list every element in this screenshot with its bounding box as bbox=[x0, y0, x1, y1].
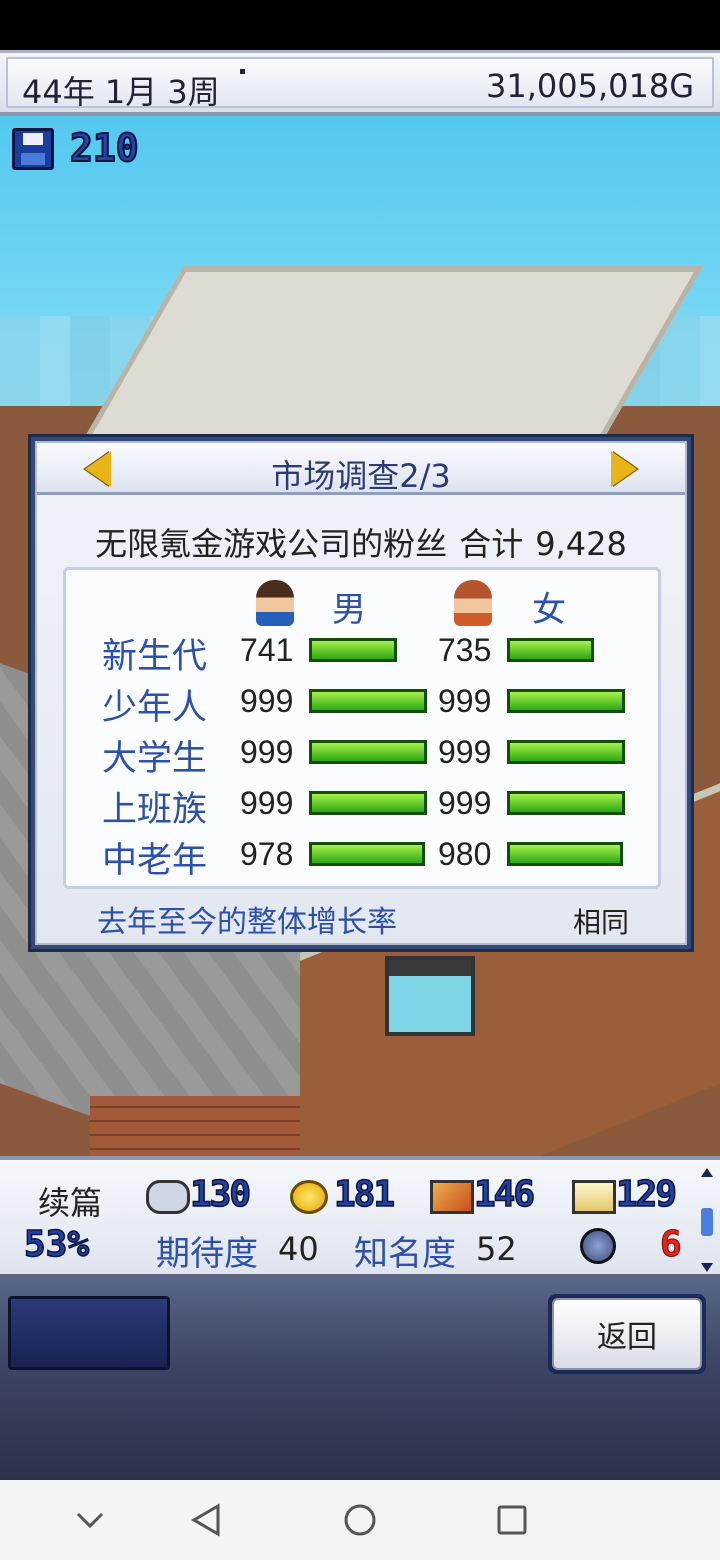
female-bar bbox=[507, 740, 625, 764]
graphics-icon bbox=[430, 1180, 474, 1214]
female-count: 999 bbox=[438, 683, 492, 719]
age-group-label: 上班族 bbox=[102, 790, 208, 830]
empty-panel bbox=[8, 1296, 170, 1370]
recent-apps-square-icon[interactable] bbox=[492, 1500, 532, 1540]
total-fans: 9,428 bbox=[535, 525, 627, 563]
male-bar bbox=[309, 791, 427, 815]
dialog-header: 市场调查2/3 bbox=[37, 443, 685, 495]
sound-value: 129 bbox=[615, 1173, 678, 1216]
fun-value: 130 bbox=[189, 1173, 252, 1216]
sound-icon bbox=[572, 1180, 616, 1214]
back-button[interactable]: 返回 bbox=[548, 1294, 706, 1374]
back-triangle-icon[interactable] bbox=[186, 1500, 226, 1540]
graphics-value: 146 bbox=[473, 1173, 536, 1216]
male-bar bbox=[309, 842, 425, 866]
chevron-down-icon[interactable] bbox=[70, 1500, 110, 1540]
growth-rate-label: 去年至今的整体增长率 bbox=[97, 905, 397, 940]
fame-value: 52 bbox=[476, 1230, 517, 1268]
week-indicator bbox=[240, 69, 245, 74]
fish-tank[interactable] bbox=[385, 956, 475, 1036]
coin-icon bbox=[290, 1180, 328, 1214]
scroll-down-icon[interactable] bbox=[701, 1263, 713, 1272]
game-date: 44年 1月 3周 bbox=[22, 73, 220, 111]
male-avatar-icon bbox=[256, 580, 294, 626]
scroll-thumb[interactable] bbox=[701, 1208, 713, 1236]
company-fans-label: 无限氪金游戏公司的粉丝 bbox=[95, 525, 448, 563]
female-bar bbox=[507, 791, 625, 815]
market-survey-dialog: 市场调查2/3 无限氪金游戏公司的粉丝 合计 9,428 男 女 新生代 741 7… bbox=[28, 434, 694, 952]
female-bar bbox=[507, 689, 625, 713]
male-count: 999 bbox=[240, 785, 294, 821]
save-count: 210 bbox=[69, 125, 140, 171]
expectation-value: 40 bbox=[278, 1230, 319, 1268]
bug-icon bbox=[580, 1228, 616, 1264]
floppy-disk-icon bbox=[12, 128, 54, 170]
fans-table: 男 女 新生代 741 735 少年人 999 999 大学生 999 999 … bbox=[63, 567, 661, 889]
female-count: 999 bbox=[438, 734, 492, 770]
info-scrollbar[interactable] bbox=[700, 1168, 714, 1272]
table-row: 大学生 999 999 bbox=[66, 730, 658, 779]
project-info-bar: 续篇 130 181 146 129 53% 期待度 40 知名度 52 6 bbox=[0, 1156, 720, 1278]
system-nav-bar bbox=[0, 1480, 720, 1560]
male-count: 978 bbox=[240, 836, 294, 872]
female-bar bbox=[507, 842, 623, 866]
bug-count: 6 bbox=[660, 1224, 683, 1266]
male-header: 男 bbox=[332, 590, 366, 630]
male-count: 999 bbox=[240, 683, 294, 719]
age-group-label: 中老年 bbox=[102, 841, 208, 881]
home-circle-icon[interactable] bbox=[340, 1500, 380, 1540]
expectation-label: 期待度 bbox=[156, 1234, 258, 1274]
female-header: 女 bbox=[532, 590, 566, 630]
table-row: 上班族 999 999 bbox=[66, 781, 658, 830]
male-count: 741 bbox=[240, 632, 294, 668]
table-row: 少年人 999 999 bbox=[66, 679, 658, 728]
age-group-label: 大学生 bbox=[102, 739, 208, 779]
female-avatar-icon bbox=[454, 580, 492, 626]
creativity-value: 181 bbox=[333, 1173, 396, 1216]
control-panel: 返回 bbox=[0, 1278, 720, 1480]
brick-wall bbox=[90, 1096, 300, 1156]
total-label: 合计 bbox=[459, 525, 524, 563]
age-group-label: 少年人 bbox=[102, 688, 208, 728]
male-bar bbox=[309, 638, 397, 662]
funds: 31,005,018G bbox=[485, 67, 694, 105]
female-count: 999 bbox=[438, 785, 492, 821]
table-row: 新生代 741 735 bbox=[66, 628, 658, 677]
table-row: 中老年 978 980 bbox=[66, 832, 658, 881]
age-group-label: 新生代 bbox=[102, 637, 208, 677]
back-button-label: 返回 bbox=[552, 1298, 702, 1370]
male-bar bbox=[309, 689, 427, 713]
male-count: 999 bbox=[240, 734, 294, 770]
sequel-percent: 53% bbox=[23, 1223, 90, 1266]
female-bar bbox=[507, 638, 594, 662]
sequel-label: 续篇 bbox=[38, 1184, 103, 1222]
gamepad-icon bbox=[146, 1180, 190, 1214]
growth-rate-value: 相同 bbox=[572, 906, 629, 939]
female-count: 735 bbox=[438, 632, 492, 668]
male-bar bbox=[309, 740, 427, 764]
next-page-arrow-icon[interactable] bbox=[611, 451, 637, 487]
scroll-up-icon[interactable] bbox=[701, 1168, 713, 1177]
fans-summary: 无限氪金游戏公司的粉丝 合计 9,428 bbox=[37, 519, 685, 565]
female-count: 980 bbox=[438, 836, 492, 872]
fame-label: 知名度 bbox=[354, 1234, 456, 1274]
status-bar bbox=[0, 0, 720, 50]
top-bar: 44年 1月 3周 31,005,018G bbox=[0, 50, 720, 116]
dialog-title: 市场调查2/3 bbox=[271, 457, 451, 495]
